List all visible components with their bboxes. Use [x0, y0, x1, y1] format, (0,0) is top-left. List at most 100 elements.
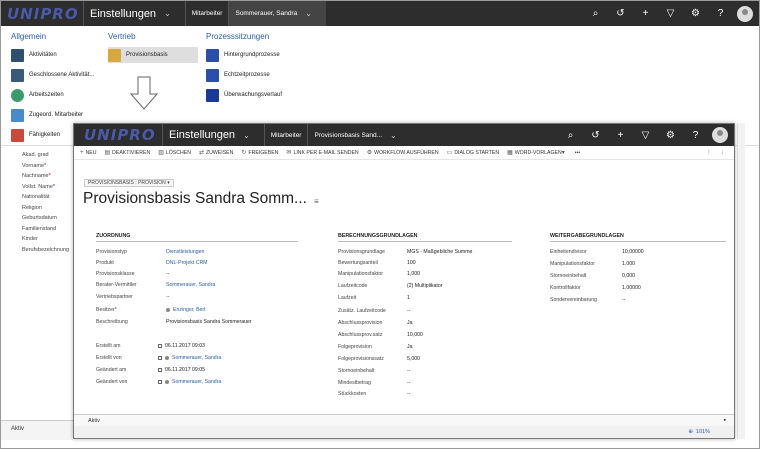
field-row: Stornoeinbehalt --: [338, 368, 411, 374]
field-row: Mindestbetrag --: [338, 380, 411, 386]
email-link-button[interactable]: ✉ LINK PER E-MAIL SENDEN: [286, 149, 358, 157]
field-row: Beschreibung Provisionsbasis Sandra Somme…: [96, 319, 252, 325]
form-selector[interactable]: PROVISIONSBASIS : PROVISION ▾: [84, 179, 174, 187]
word-icon: ▦: [507, 150, 513, 156]
share-button[interactable]: ↻ FREIGEBEN: [241, 149, 278, 157]
field-row: Vertriebspartner --: [96, 294, 170, 300]
workflow-icon: ⚙: [366, 150, 373, 156]
search-icon[interactable]: ⌕: [558, 130, 583, 141]
menu-col-vertrieb: Vertrieb Provisionsbasis: [108, 32, 198, 67]
arrow-up-icon[interactable]: ↑: [707, 149, 711, 156]
field-row: Stornoeinbehalt 0,000: [550, 273, 635, 279]
gear-icon[interactable]: ⚙: [658, 130, 683, 141]
gear-icon[interactable]: ⚙: [683, 8, 708, 19]
assign-icon: ⇄: [198, 150, 204, 156]
delete-button[interactable]: ▥ LÖSCHEN: [158, 149, 191, 157]
field-row: Einheitendivisor 10,00000: [550, 249, 644, 255]
scrollbar[interactable]: [737, 123, 745, 439]
field-label: Religion: [22, 204, 42, 211]
lock-icon: [158, 379, 162, 384]
menu-col-prozess: Prozesssitzungen Hintergrundprozesse Ech…: [206, 32, 282, 107]
field-row: Laufzeitcode (2) Multiplikator: [338, 283, 443, 289]
menu-heading-prozess: Prozesssitzungen: [206, 32, 270, 41]
plus-icon[interactable]: +: [608, 130, 633, 141]
plus-icon[interactable]: +: [633, 8, 658, 19]
arrow-down-icon[interactable]: ↓: [721, 149, 725, 156]
more-button[interactable]: •••: [575, 150, 580, 156]
email-icon: ✉: [286, 150, 292, 156]
chevron-down-icon[interactable]: ⌄: [156, 9, 179, 18]
zoom-bar: ⊕ 101%: [74, 426, 734, 438]
menu-item-aktivitaeten[interactable]: Aktivitäten: [11, 47, 94, 63]
word-templates-button[interactable]: ▦ WORD-VORLAGEN ▾: [507, 149, 567, 157]
background-process-icon: [206, 48, 219, 62]
field-row: Sondervereinbarung --: [550, 297, 626, 303]
menu-item-ueberwachung[interactable]: Überwachungsverlauf: [206, 87, 282, 103]
filter-icon[interactable]: ▽: [658, 8, 683, 19]
search-icon[interactable]: ⌕: [583, 8, 608, 19]
help-icon[interactable]: ?: [708, 8, 733, 19]
history-icon[interactable]: ↺: [608, 8, 633, 19]
menu-item-zugeord[interactable]: Zugeord. Mitarbeiter: [11, 107, 94, 123]
new-button[interactable]: + NEU: [80, 150, 96, 156]
section-heading-weitergabe: WEITERGABEGRUNDLAGEN: [550, 233, 726, 242]
menu-item-hintergrund[interactable]: Hintergrundprozesse: [206, 47, 282, 63]
deactivate-button[interactable]: ▤ DEAKTIVIEREN: [104, 149, 150, 157]
menu-item-geschlossene[interactable]: Geschlossene Aktivität...: [11, 67, 94, 83]
field-row: Folgeprovisionssatz 5,000: [338, 356, 420, 362]
history-icon[interactable]: ↺: [583, 130, 608, 141]
avatar[interactable]: [737, 5, 753, 22]
activity-icon: [11, 48, 24, 62]
back-crumb-1[interactable]: Mitarbeiter: [184, 1, 229, 26]
save-icon[interactable]: ▪: [724, 417, 726, 424]
trash-icon: ▥: [158, 150, 164, 156]
front-nav-title[interactable]: Einstellungen ⌄: [162, 124, 264, 146]
dialog-icon: ▭: [446, 150, 453, 156]
run-workflow-button[interactable]: ⚙ WORKFLOW AUSFÜHREN: [366, 149, 439, 157]
field-label: Akad. grad: [22, 152, 49, 158]
start-dialog-button[interactable]: ▭ DIALOG STARTEN: [446, 149, 499, 157]
field-label: Berufsbezeichnung: [22, 246, 70, 253]
menu-heading-vertrieb: Vertrieb: [108, 32, 136, 41]
chevron-down-icon: ▾: [561, 150, 565, 156]
lock-icon: [158, 343, 162, 348]
menu-icon[interactable]: ≡: [314, 197, 319, 206]
menu-item-echtzeit[interactable]: Echtzeitprozesse: [206, 67, 282, 83]
field-row: Folgeprovision Ja: [338, 344, 413, 350]
back-footer-status: Aktiv: [1, 420, 73, 440]
chevron-down-icon[interactable]: ⌄: [235, 131, 258, 140]
front-crumb-2[interactable]: Provisionsbasis Sand... ⌄: [307, 124, 410, 146]
menu-item-arbeitszeiten[interactable]: Arbeitszeiten: [11, 87, 94, 103]
front-footer: Aktiv ▪: [74, 414, 734, 426]
field-row: Manipulationsfaktor 1,000: [550, 261, 635, 267]
chevron-down-icon[interactable]: ⌄: [382, 131, 405, 140]
front-crumb-1[interactable]: Mitarbeiter: [263, 124, 308, 146]
meta-row: Erstellt am 06.11.2017 09:03: [96, 343, 205, 349]
help-icon[interactable]: ?: [683, 130, 708, 141]
zoom-level[interactable]: 101%: [696, 429, 710, 435]
avatar[interactable]: [712, 127, 728, 143]
assign-button[interactable]: ⇄ ZUWEISEN: [198, 149, 233, 157]
closed-activity-icon: [11, 68, 24, 82]
field-row: Provisionsgrundlage MGS - Maßgebliche Sum…: [338, 249, 473, 255]
field-row: Laufzeit 1: [338, 295, 410, 301]
field-row: Provisionsklasse --: [96, 271, 170, 277]
audit-icon: [206, 88, 219, 102]
lock-icon: [158, 355, 162, 360]
skill-icon: [11, 128, 24, 142]
back-crumb-2[interactable]: Sommerauer, Sandra ⌄: [228, 1, 326, 26]
field-label: Familienstand: [22, 225, 57, 232]
filter-icon[interactable]: ▽: [633, 130, 658, 141]
chevron-down-icon[interactable]: ⌄: [297, 9, 320, 18]
field-row: Stückkosten --: [338, 391, 411, 397]
field-row: Bewertungsanteil 100: [338, 260, 416, 266]
field-row: Abschlussprov.satz 10,000: [338, 332, 423, 338]
menu-item-provisionsbasis[interactable]: Provisionsbasis: [108, 47, 198, 63]
meta-row: Geändert am 06.11.2017 09:05: [96, 367, 205, 373]
user-icon: [165, 379, 169, 384]
back-topbar: UNIPRO Einstellungen ⌄ Mitarbeiter Sommer…: [1, 1, 759, 26]
zoom-icon[interactable]: ⊕: [688, 429, 693, 435]
field-row: Zusätz. Laufzeitcode --: [338, 308, 411, 314]
back-nav-title[interactable]: Einstellungen ⌄: [83, 1, 185, 26]
meta-row: Erstellt von Sommerauer, Sandra: [96, 355, 222, 361]
